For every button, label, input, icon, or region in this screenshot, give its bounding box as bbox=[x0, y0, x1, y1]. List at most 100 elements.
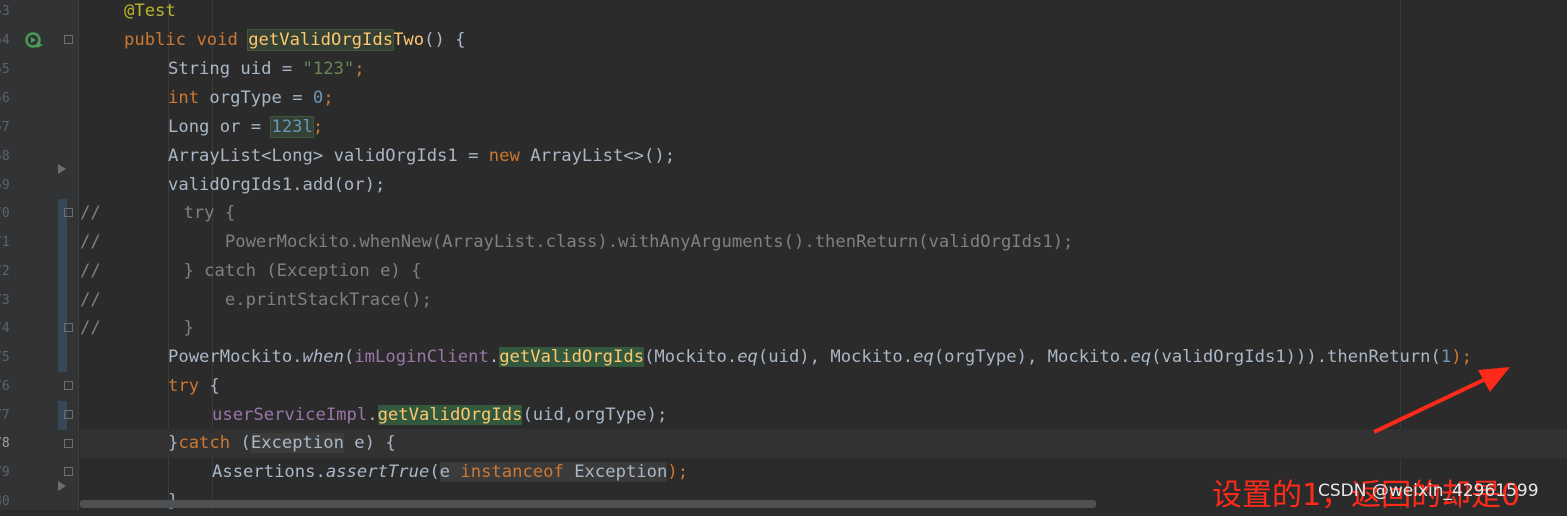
line-number: 58 bbox=[0, 149, 10, 164]
code-token: { bbox=[209, 376, 220, 396]
code-token: . bbox=[367, 405, 378, 425]
line-number: 79 bbox=[0, 465, 10, 480]
code-token: } bbox=[168, 433, 179, 453]
line-number: 54 bbox=[0, 33, 10, 48]
fold-icon[interactable] bbox=[64, 323, 73, 332]
code-line[interactable]: try { bbox=[80, 372, 1567, 401]
keyword-token: instanceof bbox=[460, 462, 575, 482]
vcs-change-marker[interactable] bbox=[58, 343, 67, 372]
code-line[interactable]: PowerMockito.when(imLoginClient.getValid… bbox=[80, 343, 1567, 372]
fold-arrow-icon[interactable] bbox=[58, 164, 66, 174]
code-line-comment[interactable]: // try { bbox=[80, 199, 1567, 228]
number-token: 1 bbox=[1440, 347, 1452, 367]
code-token: Long or = bbox=[168, 117, 272, 137]
keyword-token: int bbox=[168, 88, 210, 108]
code-line-comment[interactable]: // } catch (Exception e) { bbox=[80, 257, 1567, 286]
code-line[interactable]: Long or = 123l; bbox=[80, 113, 1567, 142]
line-number: 59 bbox=[0, 178, 10, 193]
field-token: imLoginClient bbox=[354, 347, 489, 367]
static-method-token: eq bbox=[1130, 347, 1152, 367]
static-method-token: eq bbox=[913, 347, 934, 367]
code-token: . bbox=[488, 347, 500, 367]
static-method-token: assertTrue bbox=[325, 462, 430, 482]
method-name: Two bbox=[393, 30, 425, 50]
code-line[interactable]: int orgType = 0; bbox=[80, 84, 1567, 113]
comment-token: // } catch (Exception e) { bbox=[80, 261, 422, 281]
code-token: ; bbox=[323, 88, 334, 108]
code-line-current[interactable]: }catch (Exception e) { bbox=[80, 429, 1567, 458]
code-token: validOrgIds1.add(or); bbox=[168, 175, 386, 195]
fold-icon[interactable] bbox=[64, 467, 73, 476]
run-test-icon[interactable] bbox=[24, 31, 44, 51]
code-token: e) { bbox=[343, 433, 396, 453]
keyword-token: try bbox=[168, 376, 210, 396]
code-token: (Mockito. bbox=[644, 347, 738, 367]
horizontal-scrollbar[interactable] bbox=[80, 500, 1096, 508]
method-usage-highlight: getValidOrgIds bbox=[377, 405, 523, 425]
code-line[interactable]: validOrgIds1.add(or); bbox=[80, 171, 1567, 200]
code-line-comment[interactable]: // PowerMockito.whenNew(ArrayList.class)… bbox=[80, 228, 1567, 257]
keyword-token: catch bbox=[178, 433, 241, 453]
code-token: ArrayList<>(); bbox=[530, 146, 676, 166]
code-token: orgType = bbox=[209, 88, 313, 108]
code-token: ); bbox=[1451, 347, 1472, 367]
keyword-token: new bbox=[488, 146, 531, 166]
code-line[interactable]: @Test bbox=[80, 0, 1567, 26]
code-token: (uid,orgType); bbox=[522, 405, 668, 425]
field-token: userServiceImpl bbox=[212, 405, 368, 425]
code-line-comment[interactable]: // e.printStackTrace(); bbox=[80, 286, 1567, 315]
line-number: 80 bbox=[0, 494, 10, 509]
code-token: ); bbox=[667, 462, 689, 482]
number-token-highlight: 123l bbox=[270, 116, 314, 138]
comment-token: // e.printStackTrace(); bbox=[80, 290, 432, 310]
code-token: ( bbox=[343, 347, 355, 367]
line-number: 77 bbox=[0, 408, 10, 423]
line-number: 71 bbox=[0, 235, 10, 250]
fold-arrow-icon[interactable] bbox=[58, 481, 66, 491]
code-token: PowerMockito. bbox=[168, 347, 303, 367]
editor-gutter[interactable] bbox=[18, 0, 78, 510]
comment-token: // PowerMockito.whenNew(ArrayList.class)… bbox=[80, 232, 1074, 252]
method-usage-highlight: getValidOrgIds bbox=[499, 347, 645, 367]
line-number: 73 bbox=[0, 293, 10, 308]
line-number: 57 bbox=[0, 120, 10, 135]
code-token: (orgType), Mockito. bbox=[933, 347, 1131, 367]
keyword-token: void bbox=[196, 30, 249, 50]
code-token: Assertions. bbox=[212, 462, 326, 482]
vcs-change-marker[interactable] bbox=[58, 199, 67, 343]
code-line[interactable]: public void getValidOrgIdsTwo() { bbox=[80, 26, 1567, 55]
fold-icon[interactable] bbox=[64, 381, 73, 390]
fold-icon[interactable] bbox=[64, 35, 73, 44]
code-token: ArrayList<Long> validOrgIds1 = bbox=[168, 146, 489, 166]
annotation-token: @Test bbox=[124, 1, 176, 21]
line-number: 56 bbox=[0, 91, 10, 106]
comment-token: // try { bbox=[80, 203, 236, 223]
code-line[interactable]: String uid = "123"; bbox=[80, 55, 1567, 84]
code-line[interactable]: ArrayList<Long> validOrgIds1 = new Array… bbox=[80, 142, 1567, 171]
string-token: "123" bbox=[302, 59, 355, 79]
code-token: (validOrgIds1))).thenReturn( bbox=[1151, 347, 1441, 367]
line-number: 70 bbox=[0, 206, 10, 221]
code-line-comment[interactable]: // } bbox=[80, 314, 1567, 343]
fold-icon[interactable] bbox=[64, 410, 73, 419]
line-number: 74 bbox=[0, 321, 10, 336]
code-token: String uid = bbox=[168, 59, 303, 79]
code-line[interactable]: userServiceImpl.getValidOrgIds(uid,orgTy… bbox=[80, 401, 1567, 430]
watermark: CSDN @weixin_42961599 bbox=[1318, 481, 1539, 501]
code-token: () { bbox=[424, 30, 466, 50]
line-number: 55 bbox=[0, 62, 10, 77]
line-number: 72 bbox=[0, 264, 10, 279]
line-number: 75 bbox=[0, 350, 10, 365]
code-token: ( bbox=[240, 433, 251, 453]
number-token: 0 bbox=[312, 88, 324, 108]
fold-icon[interactable] bbox=[64, 439, 73, 448]
code-token: ( bbox=[429, 462, 440, 482]
code-token: ; bbox=[312, 117, 324, 137]
code-editor[interactable]: @Test public void getValidOrgIdsTwo() { … bbox=[80, 0, 1567, 511]
code-token-highlight: e bbox=[439, 462, 461, 482]
comment-token: // } bbox=[80, 318, 194, 338]
type-token-highlight: Exception bbox=[250, 433, 344, 453]
fold-icon[interactable] bbox=[64, 208, 73, 217]
code-token: ; bbox=[354, 59, 365, 79]
method-name-highlight: getValidOrgIds bbox=[247, 29, 395, 51]
